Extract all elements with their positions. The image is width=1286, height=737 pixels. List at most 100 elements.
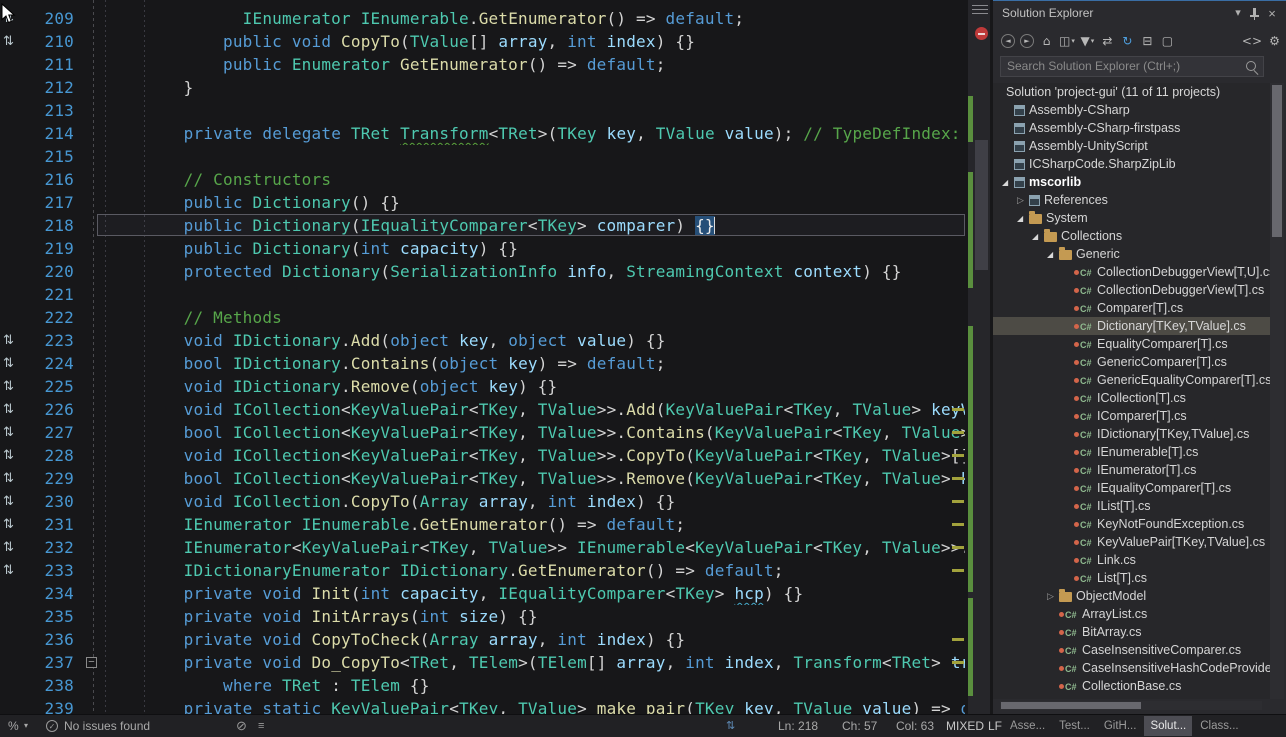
tree-item[interactable]: C#KeyValuePair[TKey,TValue].cs — [993, 533, 1270, 551]
tree-item[interactable]: ◢System — [993, 209, 1270, 227]
suppress-icon[interactable]: ⊘ — [236, 715, 247, 737]
pin-icon[interactable] — [1249, 7, 1260, 20]
tree-item[interactable]: C#IDictionary[TKey,TValue].cs — [993, 425, 1270, 443]
code-line[interactable]: 237 private void Do_CopyTo<TRet, TElem>(… — [0, 651, 993, 674]
sync-active-document-icon[interactable]: ⇄ — [1100, 33, 1115, 49]
expand-arrow-icon[interactable]: ◢ — [1047, 246, 1059, 264]
char-indicator[interactable]: Ch: 57 — [842, 715, 877, 737]
collapse-all-icon[interactable]: ⊟ — [1140, 33, 1155, 49]
line-ending-indicator[interactable]: LF — [988, 715, 1002, 737]
tree-item[interactable]: C#List[T].cs — [993, 569, 1270, 587]
tree-item[interactable]: C#CollectionDebuggerView[T].cs — [993, 281, 1270, 299]
horizontal-scrollbar[interactable] — [1000, 701, 1262, 710]
tree-item[interactable]: ◢Collections — [993, 227, 1270, 245]
collapse-arrow-icon[interactable]: ▷ — [1017, 192, 1029, 210]
tree-item[interactable]: C#ICollection[T].cs — [993, 389, 1270, 407]
code-line[interactable]: 222 // Methods — [0, 306, 993, 329]
properties-icon[interactable]: ⚙ — [1267, 33, 1282, 49]
tree-item[interactable]: C#IList[T].cs — [993, 497, 1270, 515]
tree-item[interactable]: Solution 'project-gui' (11 of 11 project… — [993, 83, 1270, 101]
view-code-icon[interactable]: <> — [1242, 33, 1262, 49]
tree-item[interactable]: C#GenericEqualityComparer[T].cs — [993, 371, 1270, 389]
expand-arrow-icon[interactable]: ◢ — [1032, 228, 1044, 246]
tree-item[interactable]: C#KeyNotFoundException.cs — [993, 515, 1270, 533]
zoom-indicator[interactable]: % — [8, 715, 19, 737]
tool-window-tab[interactable]: GitH... — [1098, 716, 1143, 736]
scrollbar-thumb[interactable] — [1272, 85, 1282, 237]
filter-icon[interactable]: ▼▾ — [1080, 33, 1095, 49]
collapse-arrow-icon[interactable]: ▷ — [1047, 588, 1059, 606]
close-icon[interactable]: × — [1265, 6, 1279, 21]
scrollbar-thumb[interactable] — [1001, 702, 1141, 709]
tree-item[interactable]: C#IEnumerator[T].cs — [993, 461, 1270, 479]
tree-item[interactable]: C#Dictionary[TKey,TValue].cs — [993, 317, 1270, 335]
code-line[interactable]: 214 private delegate TRet Transform<TRet… — [0, 122, 993, 145]
tree-item[interactable]: C#CaseInsensitiveHashCodeProvider.cs — [993, 659, 1270, 677]
code-line[interactable]: ⇅229 bool ICollection<KeyValuePair<TKey,… — [0, 467, 993, 490]
code-line[interactable]: 217 public Dictionary() {} — [0, 191, 993, 214]
code-line[interactable]: ⇅227 bool ICollection<KeyValuePair<TKey,… — [0, 421, 993, 444]
window-menu-icon[interactable]: ▾ — [1231, 6, 1245, 19]
code-line[interactable]: ⇅225 void IDictionary.Remove(object key)… — [0, 375, 993, 398]
tool-window-tab[interactable]: Class... — [1194, 716, 1244, 736]
chevron-down-icon[interactable]: ▾ — [24, 715, 28, 737]
code-line[interactable]: 236 private void CopyToCheck(Array array… — [0, 628, 993, 651]
code-line[interactable]: 234 private void Init(int capacity, IEqu… — [0, 582, 993, 605]
options-icon[interactable]: ≡ — [258, 715, 264, 737]
tree-item[interactable]: ◢mscorlib — [993, 173, 1270, 191]
search-icon[interactable] — [1246, 61, 1256, 71]
tree-item[interactable]: C#EqualityComparer[T].cs — [993, 335, 1270, 353]
expand-arrow-icon[interactable]: ◢ — [1017, 210, 1029, 228]
code-line[interactable]: 213 — [0, 99, 993, 122]
tree-item[interactable]: Assembly-UnityScript — [993, 137, 1270, 155]
code-line[interactable]: ⇅223 void IDictionary.Add(object key, ob… — [0, 329, 993, 352]
solution-explorer-search-input[interactable]: Search Solution Explorer (Ctrl+;) — [1000, 56, 1264, 77]
show-all-files-icon[interactable]: ▢ — [1160, 33, 1175, 49]
tree-item[interactable]: C#Link.cs — [993, 551, 1270, 569]
tool-window-tab[interactable]: Solut... — [1144, 716, 1192, 736]
line-indicator[interactable]: Ln: 218 — [778, 715, 818, 737]
tree-item[interactable]: ▷ObjectModel — [993, 587, 1270, 605]
tree-item[interactable]: C#IEnumerable[T].cs — [993, 443, 1270, 461]
code-line[interactable]: ⇅231 IEnumerator IEnumerable.GetEnumerat… — [0, 513, 993, 536]
tree-item[interactable]: ICSharpCode.SharpZipLib — [993, 155, 1270, 173]
code-editor[interactable]: ⇅209 IEnumerator IEnumerable.GetEnumerat… — [0, 0, 993, 714]
tree-item[interactable]: ▷References — [993, 191, 1270, 209]
switch-views-icon[interactable]: ◫▾ — [1059, 33, 1075, 49]
double-arrow-icon[interactable]: ⇅ — [726, 715, 735, 737]
tree-item[interactable]: C#GenericComparer[T].cs — [993, 353, 1270, 371]
vertical-scrollbar[interactable] — [1270, 83, 1284, 699]
code-line[interactable]: 212 } — [0, 76, 993, 99]
tree-item[interactable]: Assembly-CSharp — [993, 101, 1270, 119]
code-line[interactable]: 235 private void InitArrays(int size) {} — [0, 605, 993, 628]
code-line[interactable]: 216 // Constructors — [0, 168, 993, 191]
code-line[interactable]: 238 where TRet : TElem {} — [0, 674, 993, 697]
code-line[interactable]: ⇅209 IEnumerator IEnumerable.GetEnumerat… — [0, 7, 993, 30]
tree-item[interactable]: C#IEqualityComparer[T].cs — [993, 479, 1270, 497]
tool-window-tab[interactable]: Test... — [1053, 716, 1096, 736]
home-icon[interactable]: ⌂ — [1039, 33, 1054, 49]
back-icon[interactable]: ◄ — [1001, 34, 1015, 48]
code-line[interactable]: 211 public Enumerator GetEnumerator() =>… — [0, 53, 993, 76]
code-line[interactable]: 239 private static KeyValuePair<TKey, TV… — [0, 697, 993, 714]
code-line[interactable]: ⇅210 public void CopyTo(TValue[] array, … — [0, 30, 993, 53]
expand-arrow-icon[interactable]: ◢ — [1002, 174, 1014, 192]
tree-item[interactable]: ◢Generic — [993, 245, 1270, 263]
tool-window-tab[interactable]: Asse... — [1004, 716, 1051, 736]
code-line[interactable]: ⇅224 bool IDictionary.Contains(object ke… — [0, 352, 993, 375]
tree-item[interactable]: C#CollectionBase.cs — [993, 677, 1270, 695]
encoding-indicator[interactable]: MIXED — [946, 715, 984, 737]
tree-item[interactable]: C#CollectionDebuggerView[T,U].cs — [993, 263, 1270, 281]
code-line[interactable]: 221 — [0, 283, 993, 306]
code-line[interactable]: ⇅233 IDictionaryEnumerator IDictionary.G… — [0, 559, 993, 582]
scrollbar-split-grip[interactable] — [972, 5, 988, 16]
issues-status[interactable]: No issues found — [64, 715, 150, 737]
code-line[interactable]: 218 public Dictionary(IEqualityComparer<… — [0, 214, 993, 237]
code-line[interactable]: ⇅232 IEnumerator<KeyValuePair<TKey, TVal… — [0, 536, 993, 559]
forward-icon[interactable]: ► — [1020, 34, 1034, 48]
tree-item[interactable]: Assembly-CSharp-firstpass — [993, 119, 1270, 137]
refresh-icon[interactable]: ↻ — [1120, 33, 1135, 49]
column-indicator[interactable]: Col: 63 — [896, 715, 934, 737]
code-line[interactable]: ⇅228 void ICollection<KeyValuePair<TKey,… — [0, 444, 993, 467]
tree-item[interactable]: C#BitArray.cs — [993, 623, 1270, 641]
